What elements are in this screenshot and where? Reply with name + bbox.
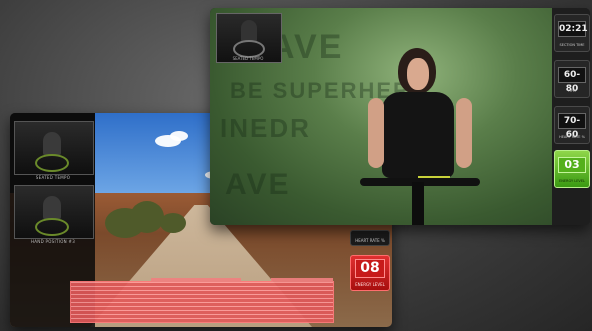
bush: [130, 201, 164, 233]
studio-backdrop: AVE BE SUPERHERO INEDR AVE SEATED TEMPO: [210, 8, 552, 225]
rpm-panel: 60-80 RPM: [554, 60, 590, 98]
energy-level-panel: 08 ENERGY LEVEL: [350, 255, 390, 291]
section-time-value: 02:21: [558, 21, 588, 37]
metrics-column: 02:21 SECTION TIME 60-80 RPM 70-60 HEART…: [552, 8, 590, 225]
heart-rate-panel: HEART RATE %: [350, 230, 390, 246]
energy-level-label: ENERGY LEVEL: [559, 179, 585, 183]
instructor-face: [407, 58, 429, 90]
ride-profile-graph: [70, 278, 334, 323]
bike-wheel: [35, 218, 69, 236]
bush: [160, 213, 186, 233]
rpm-value: 60-80: [558, 67, 586, 94]
rpm-label: RPM: [568, 89, 576, 93]
cloud: [170, 131, 188, 141]
energy-level-panel: 03 ENERGY LEVEL: [554, 150, 590, 188]
thumbnail-label: HAND POSITION #3: [30, 239, 76, 244]
background-word: AVE: [225, 168, 291, 201]
bike-stem: [412, 182, 424, 225]
energy-level-value: 08: [355, 259, 385, 278]
instructor-right-arm: [456, 98, 472, 168]
thumbnail-label: SEATED TEMPO: [35, 175, 71, 180]
bike-wheel: [35, 154, 69, 172]
profile-segment: [271, 278, 333, 282]
instructor-torso: [382, 92, 454, 182]
thumbnail-hand-position[interactable]: [14, 185, 94, 239]
heart-rate-label: HEART RATE %: [355, 238, 385, 243]
heart-rate-label: HEART RATE %: [559, 135, 585, 139]
rider-figure: [241, 20, 257, 42]
instructor-left-arm: [368, 98, 384, 168]
studio-class-screen: AVE BE SUPERHERO INEDR AVE SEATED TEMPO …: [210, 8, 590, 225]
thumbnail-seated-tempo[interactable]: [14, 121, 94, 175]
section-time-label: SECTION TIME: [559, 43, 585, 47]
rider-figure: [43, 132, 61, 156]
energy-level-label: ENERGY LEVEL: [355, 282, 385, 287]
profile-segment: [151, 278, 241, 282]
heart-rate-value: 70-60: [558, 113, 586, 140]
background-word: INEDR: [220, 113, 311, 143]
section-time-panel: 02:21 SECTION TIME: [554, 14, 590, 52]
rider-figure: [43, 196, 61, 220]
instructor-video: [360, 48, 480, 225]
heart-rate-panel: 70-60 HEART RATE %: [554, 106, 590, 144]
preview-label: SEATED TEMPO: [232, 56, 264, 61]
energy-level-value: 03: [558, 157, 586, 173]
